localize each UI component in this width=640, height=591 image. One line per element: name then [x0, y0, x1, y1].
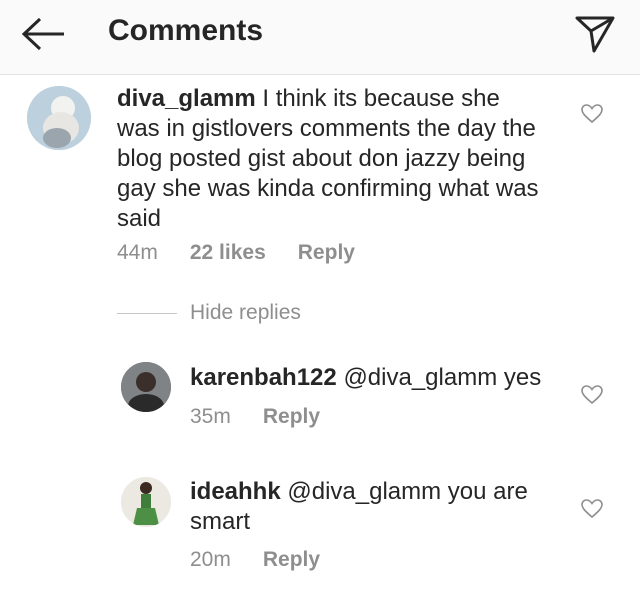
share-button[interactable] [574, 14, 616, 54]
avatar[interactable] [121, 362, 171, 412]
reply-button[interactable]: Reply [298, 241, 355, 264]
like-button[interactable] [581, 499, 603, 519]
heart-icon [581, 385, 603, 405]
comment-meta: 44m 22 likes Reply [117, 241, 355, 265]
avatar[interactable] [27, 86, 91, 150]
reply-time: 35m [190, 405, 231, 428]
reply-button[interactable]: Reply [263, 405, 320, 428]
comment-body-line-3: blog posted gist about don jazzy being [117, 145, 526, 172]
like-button[interactable] [581, 385, 603, 405]
comment-body-line-2: was in gistlovers comments the day the [117, 115, 536, 142]
avatar[interactable] [121, 477, 171, 527]
comment-time: 44m [117, 241, 158, 264]
like-button[interactable] [581, 104, 603, 124]
profile-photo-icon [121, 362, 171, 412]
reply-username[interactable]: karenbah122 [190, 364, 337, 391]
reply-body-line-2: smart [190, 508, 250, 535]
comment-body-line-4: gay she was kinda confirming what was [117, 175, 539, 202]
profile-photo-icon [121, 477, 171, 527]
reply-text: ideahhk @diva_glamm you are smart [190, 477, 570, 537]
comment-text: diva_glamm I think its because she was i… [117, 84, 557, 234]
comment-likes[interactable]: 22 likes [190, 241, 266, 264]
reply-mention[interactable]: @diva_glamm [287, 478, 441, 505]
hide-replies-button[interactable]: Hide replies [190, 301, 301, 325]
reply-time: 20m [190, 548, 231, 571]
paper-plane-icon [575, 16, 615, 53]
reply-meta: 35m Reply [190, 405, 320, 429]
heart-icon [581, 104, 603, 124]
arrow-left-icon [21, 17, 64, 51]
divider-line [117, 313, 177, 314]
profile-photo-icon [27, 86, 91, 150]
reply-button[interactable]: Reply [263, 548, 320, 571]
reply-mention[interactable]: @diva_glamm [343, 364, 497, 391]
back-button[interactable] [20, 16, 68, 52]
reply-body: yes [503, 364, 542, 391]
reply-meta: 20m Reply [190, 548, 320, 572]
heart-icon [581, 499, 603, 519]
comment-body-line-5: said [117, 205, 162, 232]
reply-text: karenbah122 @diva_glamm yes [190, 363, 570, 393]
comment-username[interactable]: diva_glamm [117, 85, 256, 112]
comment-body-line-1: I think its because she [262, 85, 500, 112]
reply-body: you are [447, 478, 528, 505]
header-bar: Comments [0, 0, 640, 75]
page-title: Comments [108, 14, 264, 47]
reply-username[interactable]: ideahhk [190, 478, 281, 505]
